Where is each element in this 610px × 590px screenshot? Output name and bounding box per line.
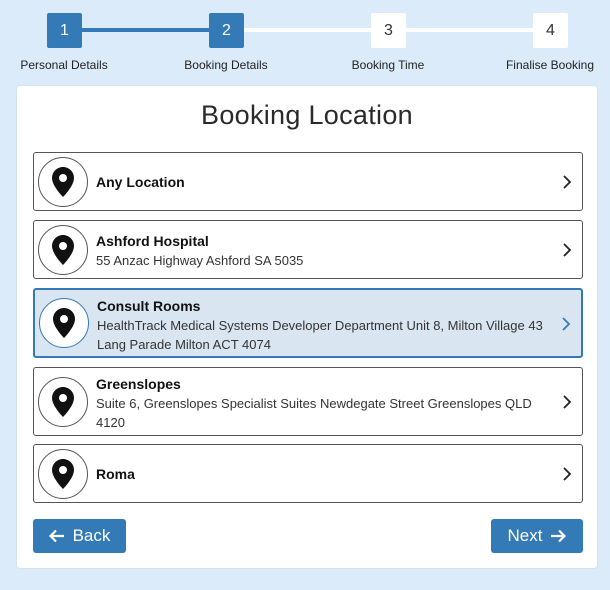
arrow-left-icon: [48, 529, 64, 543]
location-name: Consult Rooms: [97, 298, 201, 314]
chevron-right-icon: [563, 395, 572, 409]
location-address: 55 Anzac Highway Ashford SA 5035: [96, 253, 304, 268]
location-option-greenslopes[interactable]: Greenslopes Suite 6, Greenslopes Special…: [33, 367, 583, 436]
progress-stepper: 1 2 3 4 Personal Details Booking Details…: [0, 0, 610, 84]
location-option-consult-rooms[interactable]: Consult Rooms HealthTrack Medical System…: [33, 288, 583, 358]
location-name: Greenslopes: [96, 376, 181, 392]
step-2-indicator: 2: [209, 13, 244, 48]
back-button[interactable]: Back: [33, 519, 126, 553]
next-button-label: Next: [507, 526, 543, 545]
page-title: Booking Location: [201, 100, 413, 130]
location-option-ashford-hospital[interactable]: Ashford Hospital 55 Anzac Highway Ashfor…: [33, 220, 583, 279]
step-3-label: Booking Time: [351, 58, 425, 72]
booking-location-card: Booking Location Any Location Ashford Ho…: [16, 85, 598, 569]
map-pin-icon: [39, 298, 89, 348]
back-button-label: Back: [72, 526, 111, 545]
map-pin-icon: [38, 225, 88, 275]
location-option-roma[interactable]: Roma: [33, 444, 583, 503]
chevron-right-icon: [563, 243, 572, 257]
location-name: Any Location: [96, 174, 185, 190]
chevron-right-icon: [562, 317, 571, 331]
stepper-line-complete: [82, 28, 210, 32]
map-pin-icon: [38, 449, 88, 499]
location-address: Suite 6, Greenslopes Specialist Suites N…: [96, 396, 532, 430]
location-name: Roma: [96, 466, 135, 482]
step-2-label: Booking Details: [184, 58, 268, 72]
location-name: Ashford Hospital: [96, 233, 209, 249]
location-option-any-location[interactable]: Any Location: [33, 152, 583, 211]
chevron-right-icon: [563, 467, 572, 481]
step-4-label: Finalise Booking: [505, 58, 595, 72]
step-4-indicator: 4: [533, 13, 568, 48]
chevron-right-icon: [563, 175, 572, 189]
arrow-right-icon: [551, 529, 567, 543]
step-3-indicator: 3: [371, 13, 406, 48]
next-button[interactable]: Next: [491, 519, 583, 553]
step-1-indicator: 1: [47, 13, 82, 48]
map-pin-icon: [38, 377, 88, 427]
location-address: HealthTrack Medical Systems Developer De…: [97, 318, 543, 352]
map-pin-icon: [38, 157, 88, 207]
step-1-label: Personal Details: [20, 58, 108, 72]
